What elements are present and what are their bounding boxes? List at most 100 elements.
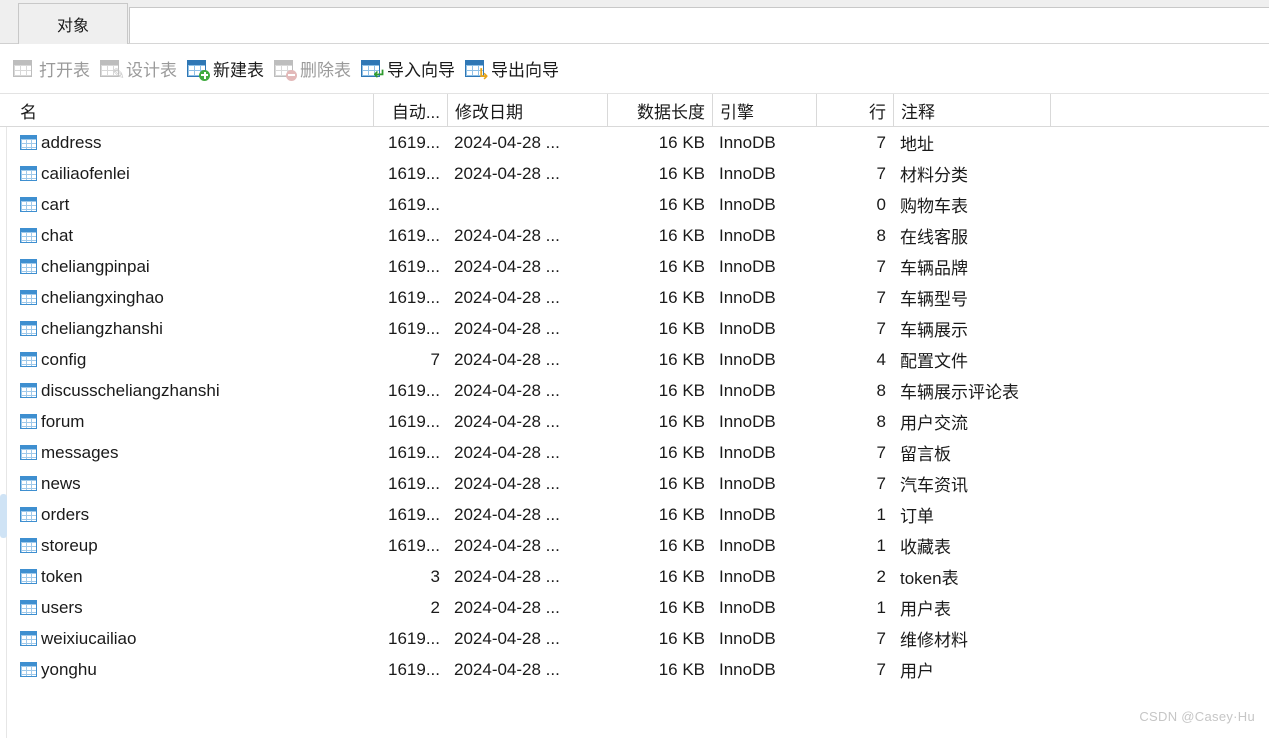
toolbar-button-design-table: ✎ 设计表 bbox=[97, 52, 184, 86]
cell-name: weixiucailiao bbox=[0, 623, 373, 654]
table-row[interactable]: address 1619... 2024-04-28 ... 16 KB InnoDB 7… bbox=[0, 127, 1269, 158]
watermark: CSDN @Casey·Hu bbox=[1139, 709, 1255, 724]
cell-auto_inc: 1619... bbox=[373, 406, 447, 437]
cell-text: 16 KB bbox=[658, 566, 705, 586]
column-header-modified[interactable]: 修改日期 bbox=[447, 94, 607, 126]
cell-engine: InnoDB bbox=[712, 499, 816, 530]
cell-text: users bbox=[41, 597, 83, 617]
cell-auto_inc: 1619... bbox=[373, 313, 447, 344]
cell-auto_inc: 2 bbox=[373, 592, 447, 623]
column-header-rows[interactable]: 行 bbox=[816, 94, 893, 126]
table-row[interactable]: chat 1619... 2024-04-28 ... 16 KB InnoDB 8 在线客… bbox=[0, 220, 1269, 251]
table-row[interactable]: config 7 2024-04-28 ... 16 KB InnoDB 4 配置文件 bbox=[0, 344, 1269, 375]
toolbar-button-new-table[interactable]: 新建表 bbox=[184, 52, 271, 86]
table-row[interactable]: messages 1619... 2024-04-28 ... 16 KB InnoDB… bbox=[0, 437, 1269, 468]
cell-text: InnoDB bbox=[719, 566, 776, 586]
cell-text: 7 bbox=[876, 256, 886, 276]
table-row[interactable]: yonghu 1619... 2024-04-28 ... 16 KB InnoDB 7 用… bbox=[0, 654, 1269, 685]
cell-text: 配置文件 bbox=[900, 352, 968, 371]
cell-comment: 用户交流 bbox=[893, 406, 1050, 437]
cell-name: forum bbox=[0, 406, 373, 437]
cell-text: 车辆展示 bbox=[900, 321, 968, 340]
cell-rows: 7 bbox=[816, 158, 893, 189]
table-icon bbox=[20, 600, 37, 615]
cell-data_length: 16 KB bbox=[607, 189, 712, 220]
cell-name: orders bbox=[0, 499, 373, 530]
toolbar-button-import-wizard[interactable]: ↵ 导入向导 bbox=[358, 52, 462, 86]
table-list-header: 名 自动... 修改日期 数据长度 引擎 行注释 bbox=[0, 94, 1269, 127]
cell-text: 用户表 bbox=[900, 600, 951, 619]
table-row[interactable]: cailiaofenlei 1619... 2024-04-28 ... 16 KB I… bbox=[0, 158, 1269, 189]
column-header-engine[interactable]: 引擎 bbox=[712, 94, 816, 126]
cell-text: InnoDB bbox=[719, 256, 776, 276]
cell-text: InnoDB bbox=[719, 411, 776, 431]
cell-name: cheliangxinghao bbox=[0, 282, 373, 313]
import-arrow-icon: ↵ bbox=[373, 65, 386, 83]
tab-objects[interactable]: 对象 bbox=[18, 3, 128, 44]
cell-auto_inc: 1619... bbox=[373, 530, 447, 561]
table-row[interactable]: token 3 2024-04-28 ... 16 KB InnoDB 2 token表 bbox=[0, 561, 1269, 592]
table-row[interactable]: orders 1619... 2024-04-28 ... 16 KB InnoDB 1 订… bbox=[0, 499, 1269, 530]
cell-data_length: 16 KB bbox=[607, 499, 712, 530]
cell-text: 2024-04-28 ... bbox=[454, 380, 560, 400]
table-row[interactable]: discusscheliangzhanshi 1619... 2024-04-28 … bbox=[0, 375, 1269, 406]
cell-engine: InnoDB bbox=[712, 437, 816, 468]
cell-data_length: 16 KB bbox=[607, 561, 712, 592]
cell-modified: 2024-04-28 ... bbox=[447, 468, 607, 499]
cell-text: 1619... bbox=[388, 163, 440, 183]
cell-text: 7 bbox=[876, 628, 886, 648]
table-row[interactable]: cheliangzhanshi 1619... 2024-04-28 ... 16 K… bbox=[0, 313, 1269, 344]
table-row[interactable]: forum 1619... 2024-04-28 ... 16 KB InnoDB 8 用户… bbox=[0, 406, 1269, 437]
table-icon bbox=[20, 228, 37, 243]
cell-rows: 7 bbox=[816, 251, 893, 282]
cell-text: InnoDB bbox=[719, 659, 776, 679]
cell-engine: InnoDB bbox=[712, 406, 816, 437]
cell-text: InnoDB bbox=[719, 132, 776, 152]
cell-text: 2024-04-28 ... bbox=[454, 566, 560, 586]
column-header-label: 数据长度 bbox=[637, 102, 705, 122]
column-header-label: 引擎 bbox=[720, 102, 754, 122]
cell-text: 16 KB bbox=[658, 411, 705, 431]
cell-rows: 7 bbox=[816, 282, 893, 313]
column-header-name[interactable]: 名 bbox=[0, 94, 373, 126]
table-row[interactable]: cheliangpinpai 1619... 2024-04-28 ... 16 KB… bbox=[0, 251, 1269, 282]
table-row[interactable]: news 1619... 2024-04-28 ... 16 KB InnoDB 7 汽车资… bbox=[0, 468, 1269, 499]
cell-text: storeup bbox=[41, 535, 98, 555]
cell-engine: InnoDB bbox=[712, 251, 816, 282]
table-icon bbox=[20, 569, 37, 584]
column-header-data_length[interactable]: 数据长度 bbox=[607, 94, 712, 126]
cell-text: 1619... bbox=[388, 535, 440, 555]
cell-auto_inc: 1619... bbox=[373, 623, 447, 654]
cell-auto_inc: 1619... bbox=[373, 282, 447, 313]
table-row[interactable]: cheliangxinghao 1619... 2024-04-28 ... 16 K… bbox=[0, 282, 1269, 313]
cell-rows: 2 bbox=[816, 561, 893, 592]
cell-name: cheliangpinpai bbox=[0, 251, 373, 282]
cell-modified: 2024-04-28 ... bbox=[447, 251, 607, 282]
toolbar-button-label: 删除表 bbox=[300, 61, 351, 80]
cell-engine: InnoDB bbox=[712, 220, 816, 251]
cell-modified: 2024-04-28 ... bbox=[447, 530, 607, 561]
cell-engine: InnoDB bbox=[712, 282, 816, 313]
cell-modified: 2024-04-28 ... bbox=[447, 127, 607, 158]
table-row[interactable]: cart 1619... 16 KB InnoDB 0 购物车表 bbox=[0, 189, 1269, 220]
cell-comment: 车辆展示 bbox=[893, 313, 1050, 344]
cell-text: 16 KB bbox=[658, 504, 705, 524]
cell-text: 16 KB bbox=[658, 256, 705, 276]
cell-text: 3 bbox=[430, 566, 440, 586]
column-header-comment[interactable]: 注释 bbox=[893, 94, 1050, 126]
column-header-auto_inc[interactable]: 自动... bbox=[373, 94, 447, 126]
table-row[interactable]: weixiucailiao 1619... 2024-04-28 ... 16 KB I… bbox=[0, 623, 1269, 654]
column-header-spacer[interactable] bbox=[1050, 94, 1269, 126]
cell-text: 车辆型号 bbox=[900, 290, 968, 309]
cell-text: 1619... bbox=[388, 659, 440, 679]
cell-text: 2024-04-28 ... bbox=[454, 628, 560, 648]
cell-text: 16 KB bbox=[658, 659, 705, 679]
table-list-panel: 名 自动... 修改日期 数据长度 引擎 行注释 address 1619... 2024-0… bbox=[0, 94, 1269, 738]
table-row[interactable]: users 2 2024-04-28 ... 16 KB InnoDB 1 用户表 bbox=[0, 592, 1269, 623]
toolbar-button-open-table: 打开表 bbox=[10, 52, 97, 86]
toolbar-button-export-wizard[interactable]: ↳ 导出向导 bbox=[462, 52, 566, 86]
cell-text: 0 bbox=[876, 194, 886, 214]
table-icon bbox=[20, 290, 37, 305]
table-row[interactable]: storeup 1619... 2024-04-28 ... 16 KB InnoDB 1… bbox=[0, 530, 1269, 561]
cell-comment: token表 bbox=[893, 561, 1050, 592]
